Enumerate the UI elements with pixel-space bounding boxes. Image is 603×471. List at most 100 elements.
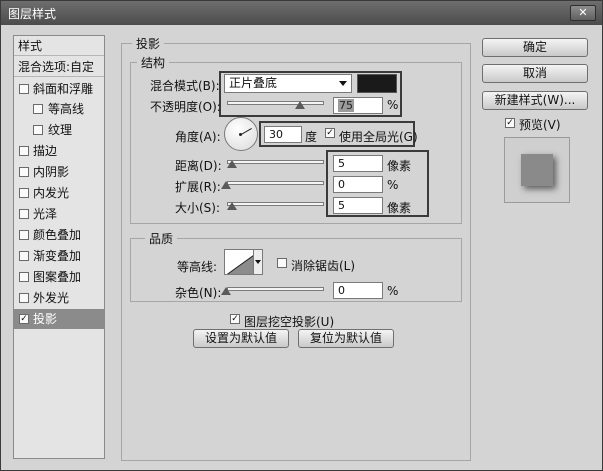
size-input[interactable]: 5 — [333, 197, 383, 214]
size-label: 大小(S): — [175, 201, 221, 215]
cancel-button[interactable]: 取消 — [482, 64, 588, 83]
opacity-slider-thumb[interactable] — [294, 101, 305, 109]
preview-checkbox[interactable]: ✓ — [505, 118, 515, 128]
new-style-button[interactable]: 新建样式(W)... — [482, 91, 588, 110]
style-item-outer-glow[interactable]: 外发光 — [14, 288, 104, 308]
angle-dial-center — [239, 133, 242, 136]
size-slider[interactable] — [227, 202, 324, 206]
angle-dial[interactable] — [224, 117, 258, 151]
style-item-texture[interactable]: 纹理 — [14, 120, 104, 140]
style-item-label: 斜面和浮雕 — [33, 82, 94, 96]
style-item-checkbox[interactable]: ✓ — [19, 314, 29, 324]
close-icon: ✕ — [578, 6, 588, 19]
style-item-gradient-overlay[interactable]: 渐变叠加 — [14, 246, 104, 266]
style-item-checkbox[interactable] — [19, 272, 29, 282]
distance-input[interactable]: 5 — [333, 155, 383, 172]
style-item-label: 渐变叠加 — [33, 249, 82, 263]
noise-slider[interactable] — [227, 287, 324, 291]
spread-label: 扩展(R): — [175, 180, 221, 194]
angle-input[interactable]: 30 — [264, 126, 302, 143]
style-item-satin[interactable]: 光泽 — [14, 204, 104, 224]
preview-label[interactable]: 预览(V) — [519, 116, 561, 133]
set-default-button[interactable]: 设置为默认值 — [193, 329, 289, 348]
angle-dial-hand — [241, 128, 252, 135]
style-item-label: 外发光 — [33, 291, 70, 305]
opacity-value: 75 — [338, 99, 354, 112]
style-item-label: 描边 — [33, 144, 58, 158]
blend-options-item[interactable]: 混合选项:自定 — [14, 57, 104, 77]
spread-percent: % — [387, 178, 399, 192]
reset-default-button[interactable]: 复位为默认值 — [298, 329, 394, 348]
style-item-checkbox[interactable] — [19, 84, 29, 94]
preview-swatch — [521, 154, 553, 186]
noise-percent: % — [387, 284, 399, 298]
close-button[interactable]: ✕ — [570, 5, 596, 21]
panel-title: 投影 — [132, 35, 165, 52]
contour-label: 等高线: — [177, 260, 218, 274]
window-title: 图层样式 — [8, 7, 57, 21]
shadow-color-swatch[interactable] — [357, 74, 397, 93]
style-item-checkbox[interactable] — [33, 125, 43, 135]
blend-mode-value: 正片叠底 — [229, 76, 278, 90]
contour-dropdown[interactable] — [253, 249, 263, 275]
style-item-inner-glow[interactable]: 内发光 — [14, 183, 104, 203]
spread-slider[interactable] — [227, 181, 324, 185]
noise-input[interactable]: 0 — [333, 282, 383, 299]
styles-header[interactable]: 样式 — [14, 36, 104, 56]
styles-list: 样式 混合选项:自定 斜面和浮雕 等高线 纹理 描边 内阴影 内发光 光泽 颜色… — [13, 35, 105, 459]
size-slider-thumb[interactable] — [227, 202, 237, 210]
style-item-checkbox[interactable] — [19, 146, 29, 156]
distance-slider[interactable] — [227, 160, 324, 164]
style-item-label: 内发光 — [33, 186, 70, 200]
style-item-stroke[interactable]: 描边 — [14, 141, 104, 161]
style-item-pattern-overlay[interactable]: 图案叠加 — [14, 267, 104, 287]
style-item-label: 颜色叠加 — [33, 228, 82, 242]
ok-button[interactable]: 确定 — [482, 38, 588, 57]
style-item-color-overlay[interactable]: 颜色叠加 — [14, 225, 104, 245]
style-item-checkbox[interactable] — [33, 104, 43, 114]
structure-legend: 结构 — [137, 54, 170, 71]
title-bar[interactable]: 图层样式 ✕ — [1, 1, 602, 25]
style-item-checkbox[interactable] — [19, 230, 29, 240]
blend-mode-select[interactable]: 正片叠底 — [224, 74, 352, 93]
noise-slider-thumb[interactable] — [221, 287, 231, 295]
chevron-down-icon — [339, 81, 347, 86]
antialias-label[interactable]: 消除锯齿(L) — [291, 257, 355, 274]
size-unit: 像素 — [387, 201, 412, 215]
global-light-checkbox[interactable]: ✓ — [325, 128, 335, 138]
style-item-checkbox[interactable] — [19, 188, 29, 198]
noise-label: 杂色(N): — [175, 286, 222, 300]
knockout-label[interactable]: 图层挖空投影(U) — [244, 313, 334, 330]
style-item-label: 投影 — [33, 312, 58, 326]
style-item-inner-shadow[interactable]: 内阴影 — [14, 162, 104, 182]
spread-input[interactable]: 0 — [333, 176, 383, 193]
style-item-label: 图案叠加 — [33, 270, 82, 284]
global-light-label[interactable]: 使用全局光(G) — [339, 128, 418, 145]
spread-slider-thumb[interactable] — [221, 181, 231, 189]
layer-style-dialog: 图层样式 ✕ 样式 混合选项:自定 斜面和浮雕 等高线 纹理 描边 内阴影 内发… — [0, 0, 603, 471]
distance-label: 距离(D): — [175, 159, 222, 173]
style-item-label: 纹理 — [48, 123, 73, 137]
opacity-slider[interactable] — [227, 101, 324, 105]
opacity-label: 不透明度(O): — [150, 100, 221, 114]
blend-mode-label: 混合模式(B): — [150, 79, 220, 93]
style-item-bevel-emboss[interactable]: 斜面和浮雕 — [14, 79, 104, 99]
angle-degree-unit: 度 — [305, 130, 318, 144]
style-item-label: 内阴影 — [33, 165, 70, 179]
style-item-checkbox[interactable] — [19, 209, 29, 219]
angle-label: 角度(A): — [175, 130, 221, 144]
style-item-checkbox[interactable] — [19, 293, 29, 303]
opacity-input[interactable]: 75 — [333, 97, 383, 114]
style-item-label: 光泽 — [33, 207, 58, 221]
style-item-drop-shadow[interactable]: ✓ 投影 — [14, 309, 104, 329]
style-item-checkbox[interactable] — [19, 251, 29, 261]
chevron-down-icon — [255, 260, 261, 264]
style-item-label: 等高线 — [48, 102, 85, 116]
distance-slider-thumb[interactable] — [227, 160, 237, 168]
knockout-checkbox[interactable]: ✓ — [230, 314, 240, 324]
distance-unit: 像素 — [387, 159, 412, 173]
style-item-contour[interactable]: 等高线 — [14, 99, 104, 119]
style-item-checkbox[interactable] — [19, 167, 29, 177]
style-preview — [504, 137, 570, 203]
antialias-checkbox[interactable] — [277, 258, 287, 268]
